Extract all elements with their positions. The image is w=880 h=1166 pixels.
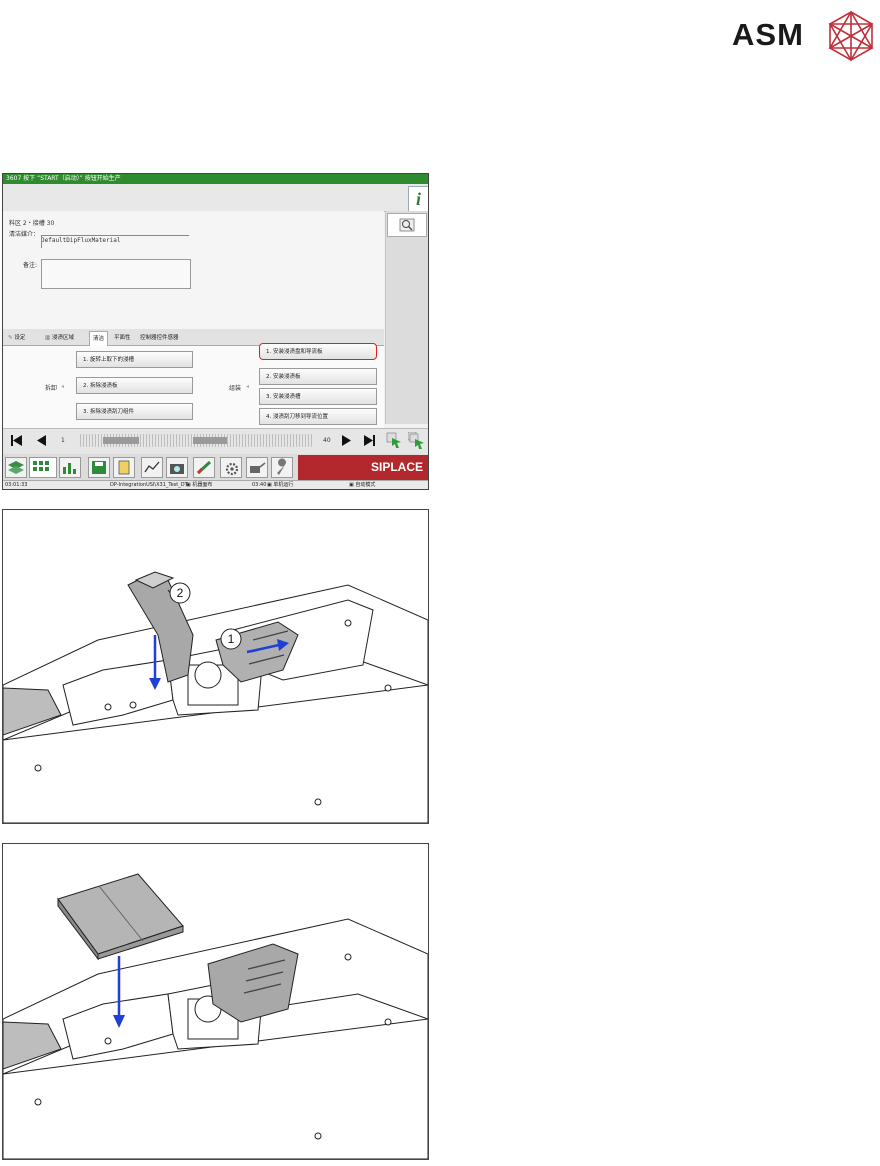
download-all-green-icon[interactable]: [408, 432, 425, 449]
graph-tool-button[interactable]: [141, 457, 163, 478]
slider-segment: [193, 437, 227, 444]
status-auto-label: 自动模式: [355, 482, 376, 488]
step-right-1-button[interactable]: 1. 安装浸渍盘和导流板: [259, 343, 377, 360]
end-index: 40: [323, 437, 331, 444]
siplace-brand-panel: SIPLACE: [298, 455, 428, 480]
status-machine-view: ▣ 机器面布: [186, 482, 213, 488]
step-right-3-button[interactable]: 3. 安装浸渍槽: [259, 388, 377, 405]
assembly-figure-1: 1 2: [2, 509, 429, 824]
component-grid-icon: [33, 461, 49, 471]
bar-stats-icon: [63, 463, 76, 474]
first-page-icon[interactable]: [8, 432, 25, 449]
download-green-icon[interactable]: [386, 432, 403, 449]
slider-segment: [103, 437, 139, 444]
dip-unit-illustration: 1 2: [3, 571, 428, 823]
pencil-icon: ✎: [8, 335, 13, 341]
material-label: 清洁媒介：: [9, 231, 40, 238]
info-button[interactable]: i: [408, 186, 428, 212]
camera-tool-button[interactable]: [166, 457, 188, 478]
oil-tool-button[interactable]: [246, 457, 268, 478]
tab-controller-sensor[interactable]: 控制器控件感器: [140, 331, 179, 345]
zoom-button[interactable]: [387, 213, 427, 237]
grid-icon: ▥: [45, 335, 51, 341]
step-right-2-button[interactable]: 2. 安装浸渍板: [259, 368, 377, 385]
machine-status-bar: 03:01:33 DP-IntegrationUSI\X31_Test_DT ▣…: [3, 480, 428, 489]
feeder-icon: [118, 460, 130, 475]
callout-2: 2: [177, 586, 184, 600]
tab-flatness[interactable]: 平面性: [114, 331, 131, 345]
status-duration: 03:40: [252, 482, 267, 488]
asm-logo-icon: [828, 10, 874, 62]
remark-label: 备注:: [23, 262, 38, 269]
step-left-2-button[interactable]: 2. 拆除浸渍板: [76, 377, 193, 394]
magnifier-icon: [399, 218, 415, 232]
feeder-tool-button[interactable]: [113, 457, 135, 478]
tab-dip-area[interactable]: ▥ 浸渍区域: [45, 331, 74, 345]
next-page-icon[interactable]: [338, 432, 355, 449]
save-tool-button[interactable]: [88, 457, 110, 478]
tab-label: 设定: [14, 335, 26, 341]
remark-textarea[interactable]: [41, 259, 191, 289]
tab-label: 浸渍区域: [51, 335, 74, 341]
status-time: 03:01:33: [5, 482, 28, 488]
info-icon: i: [415, 189, 421, 209]
disassembly-label: 拆卸: [45, 385, 58, 392]
status-mode: ▣ 单机运行: [267, 482, 294, 488]
dip-plate-insert-illustration: [3, 873, 428, 1159]
machine-ui-screenshot: 3607 按下 “START（启动）” 按钮开始生产 i 料区 2・接槽 30 …: [2, 173, 429, 490]
camera-icon: [170, 464, 184, 474]
layers-icon: [8, 461, 24, 474]
tab-setup[interactable]: ✎ 设定: [8, 331, 25, 345]
layers-tool-button[interactable]: [5, 457, 27, 478]
step-left-3-button[interactable]: 3. 拆除浸渍刮刀组件: [76, 403, 193, 420]
brand-logo-text: ASM: [732, 17, 804, 52]
step-right-4-button[interactable]: 4. 浸渍刮刀移到导流位置: [259, 408, 377, 425]
nozzle-icon: [196, 460, 212, 475]
assembly-figure-2: [2, 843, 429, 1160]
gear-icon: [225, 462, 239, 476]
status-message-bar: 3607 按下 “START（启动）” 按钮开始生产: [3, 174, 428, 184]
top-toolbar: [3, 184, 428, 212]
nozzle-tool-button[interactable]: [193, 457, 215, 478]
field-divider: [41, 236, 42, 248]
callout-1: 1: [228, 632, 235, 646]
side-panel: [385, 211, 428, 424]
step-left-1-button[interactable]: 1. 旋转上取下的浸槽: [76, 351, 193, 368]
grid-tool-button[interactable]: [29, 457, 57, 478]
floppy-icon: [92, 461, 106, 474]
location-label: 料区 2・接槽 30: [9, 220, 55, 227]
assembly-label: 组装: [229, 385, 242, 392]
material-value: DefaultDipFluxMaterial: [41, 237, 121, 244]
arrow-left-icon: ◂: [246, 383, 250, 390]
oil-can-icon: [250, 462, 266, 473]
status-recipe: DP-IntegrationUSI\X31_Test_DT: [110, 482, 188, 488]
arrow-left-icon: ◂: [61, 383, 65, 390]
line-graph-icon: [144, 461, 160, 473]
material-field[interactable]: DefaultDipFluxMaterial: [41, 227, 189, 244]
wrench-icon: [277, 458, 287, 475]
tab-clean[interactable]: 清洁: [89, 331, 109, 346]
status-machine-view-label: 机器面布: [192, 482, 213, 488]
status-auto: ▣ 自动模式: [349, 482, 376, 488]
service-tool-button[interactable]: [271, 457, 293, 478]
settings-tool-button[interactable]: [220, 457, 242, 478]
previous-page-icon[interactable]: [33, 432, 50, 449]
chart-tool-button[interactable]: [59, 457, 81, 478]
status-mode-label: 单机运行: [273, 482, 294, 488]
start-index: 1: [61, 437, 65, 444]
last-page-icon[interactable]: [361, 432, 378, 449]
